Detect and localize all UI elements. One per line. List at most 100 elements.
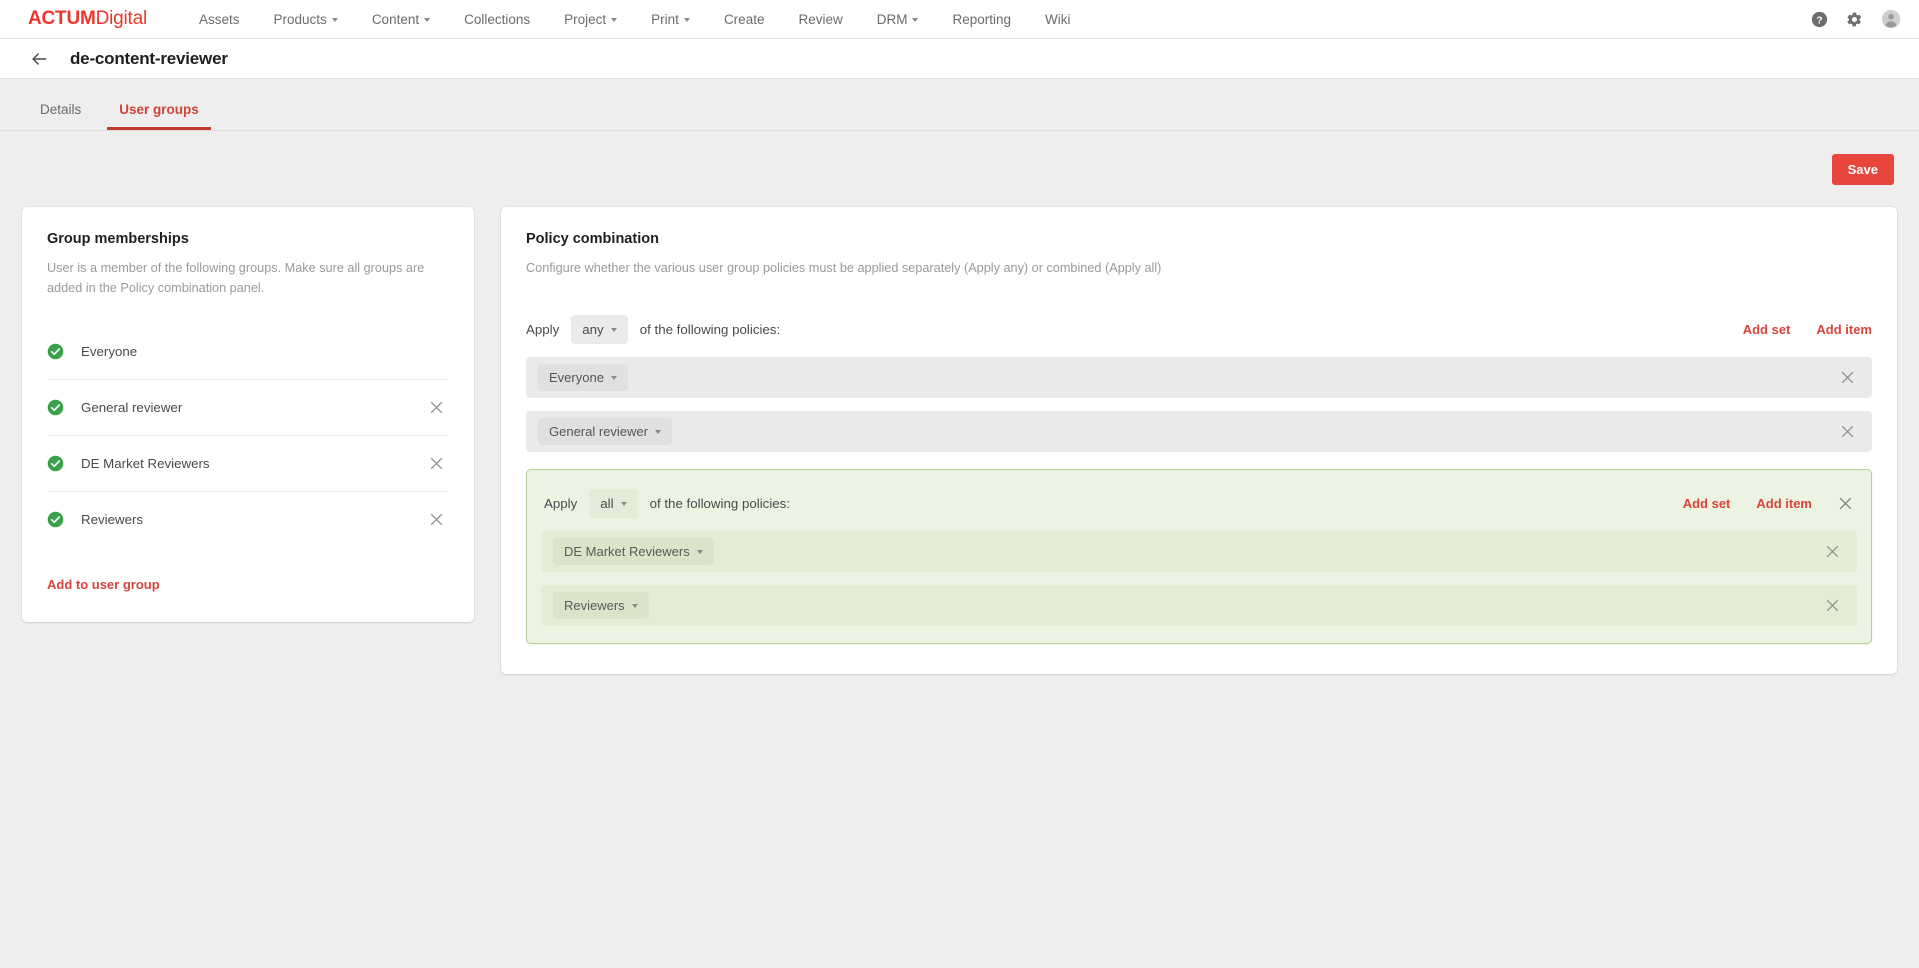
root-add-item-link[interactable]: Add item [1816,322,1872,337]
gear-icon[interactable] [1846,11,1863,28]
nav-item-create[interactable]: Create [707,0,782,39]
panels-container: Group memberships User is a member of th… [22,207,1897,674]
group-membership-row: Everyone [47,323,449,379]
group-membership-row: Reviewers [47,491,449,547]
page-title: de-content-reviewer [70,48,228,68]
chevron-down-icon [683,18,690,22]
chevron-down-icon [631,604,638,609]
nested-policy-label: Reviewers [564,597,625,613]
remove-policy-item-icon[interactable] [1836,366,1859,389]
root-policy-label: Everyone [549,369,604,385]
chevron-down-icon [912,18,919,22]
group-memberships-panel: Group memberships User is a member of th… [22,207,474,623]
nav-item-print[interactable]: Print [634,0,707,39]
nav-item-drm[interactable]: DRM [860,0,936,39]
nested-policy-items: DE Market Reviewers Reviewers [541,530,1857,626]
add-to-user-group-link[interactable]: Add to user group [47,577,160,592]
nested-add-item-link[interactable]: Add item [1756,496,1812,511]
group-membership-row: General reviewer [47,379,449,435]
brand-logo[interactable]: ACTUMDigital [28,8,147,30]
nested-apply-label: Apply [544,495,578,511]
group-membership-name: General reviewer [81,400,183,416]
remove-policy-item-icon[interactable] [1821,540,1844,563]
root-apply-row: Apply any of the following policies: Add… [526,314,1872,344]
nav-item-content[interactable]: Content [355,0,447,39]
nav-item-label: Products [273,11,327,27]
root-apply-select[interactable]: any [571,314,628,344]
svg-text:?: ? [1816,15,1822,26]
chevron-down-icon [424,18,431,22]
remove-group-icon[interactable] [424,451,449,476]
nav-item-wiki[interactable]: Wiki [1028,0,1088,39]
root-policy-label: General reviewer [549,423,648,439]
group-memberships-list: Everyone General reviewer DE Market Review… [47,323,449,547]
brand-logo-bold: ACTUM [28,8,96,29]
nav-item-review[interactable]: Review [781,0,859,39]
nested-policy-label: DE Market Reviewers [564,543,690,559]
group-membership-row: DE Market Reviewers [47,435,449,491]
group-membership-name: DE Market Reviewers [81,456,210,472]
remove-policy-item-icon[interactable] [1821,594,1844,617]
nested-policy-select[interactable]: DE Market Reviewers [553,537,714,565]
nav-item-label: Wiki [1045,11,1071,27]
nested-apply-row: Apply all of the following policies: Add… [544,488,1857,518]
root-policy-item: Everyone [526,356,1872,398]
nested-apply-suffix: of the following policies: [649,495,791,511]
chevron-down-icon [611,18,618,22]
nav-item-collections[interactable]: Collections [447,0,547,39]
nav-item-reporting[interactable]: Reporting [935,0,1028,39]
nav-item-project[interactable]: Project [547,0,634,39]
remove-group-icon[interactable] [424,507,449,532]
chevron-down-icon [655,430,661,435]
page-header: de-content-reviewer [0,39,1919,79]
remove-group-icon[interactable] [424,395,449,420]
nav-item-label: Create [723,11,765,27]
chevron-down-icon [610,328,617,333]
root-policy-select[interactable]: General reviewer [538,417,672,445]
chevron-down-icon [610,376,617,381]
nav-item-label: Collections [464,11,531,27]
group-memberships-title: Group memberships [47,231,189,247]
tab-user-groups[interactable]: User groups [107,102,211,130]
check-circle-icon [47,511,64,528]
root-apply-suffix: of the following policies: [639,321,781,337]
page-content: Save Group memberships User is a member … [0,131,1919,674]
group-membership-name: Everyone [81,343,138,359]
user-avatar-icon[interactable] [1881,9,1901,29]
check-circle-icon [47,399,64,416]
main-menu: Assets Products Content Collections Project P… [182,0,1088,39]
remove-policy-item-icon[interactable] [1836,420,1859,443]
nav-item-label: Content [371,11,420,27]
nav-item-label: DRM [876,11,908,27]
nav-item-label: Reporting [952,11,1012,27]
nested-policy-set: Apply all of the following policies: Add… [526,468,1872,644]
root-policy-item: General reviewer [526,410,1872,452]
root-add-set-link[interactable]: Add set [1743,322,1791,337]
back-arrow-icon[interactable] [28,48,50,70]
tab-details[interactable]: Details [28,102,93,130]
save-row: Save [22,131,1897,185]
nav-item-label: Assets [199,11,240,27]
nav-item-products[interactable]: Products [257,0,355,39]
nested-policy-select[interactable]: Reviewers [553,591,649,619]
nav-item-label: Project [564,11,607,27]
group-membership-name: Reviewers [81,512,144,528]
help-icon[interactable]: ? [1811,11,1828,28]
policy-combination-description: Configure whether the various user group… [526,261,1162,275]
chevron-down-icon [620,502,627,507]
policy-combination-title: Policy combination [526,231,659,247]
nested-apply-select-value: all [600,495,614,511]
top-navigation-bar: ACTUMDigital Assets Products Content Collec… [0,0,1919,39]
root-policy-items: Everyone General reviewer [526,356,1872,452]
brand-logo-light: Digital [95,8,148,29]
tab-bar: Details User groups [0,79,1919,131]
remove-set-icon[interactable] [1834,492,1857,515]
save-button[interactable]: Save [1831,154,1894,185]
nested-add-set-link[interactable]: Add set [1683,496,1731,511]
nested-apply-select[interactable]: all [589,488,638,518]
root-policy-select[interactable]: Everyone [538,363,628,391]
nested-policy-item: DE Market Reviewers [541,530,1857,572]
nested-policy-item: Reviewers [541,584,1857,626]
nav-item-assets[interactable]: Assets [182,0,257,39]
top-nav-actions: ? [1811,9,1901,29]
